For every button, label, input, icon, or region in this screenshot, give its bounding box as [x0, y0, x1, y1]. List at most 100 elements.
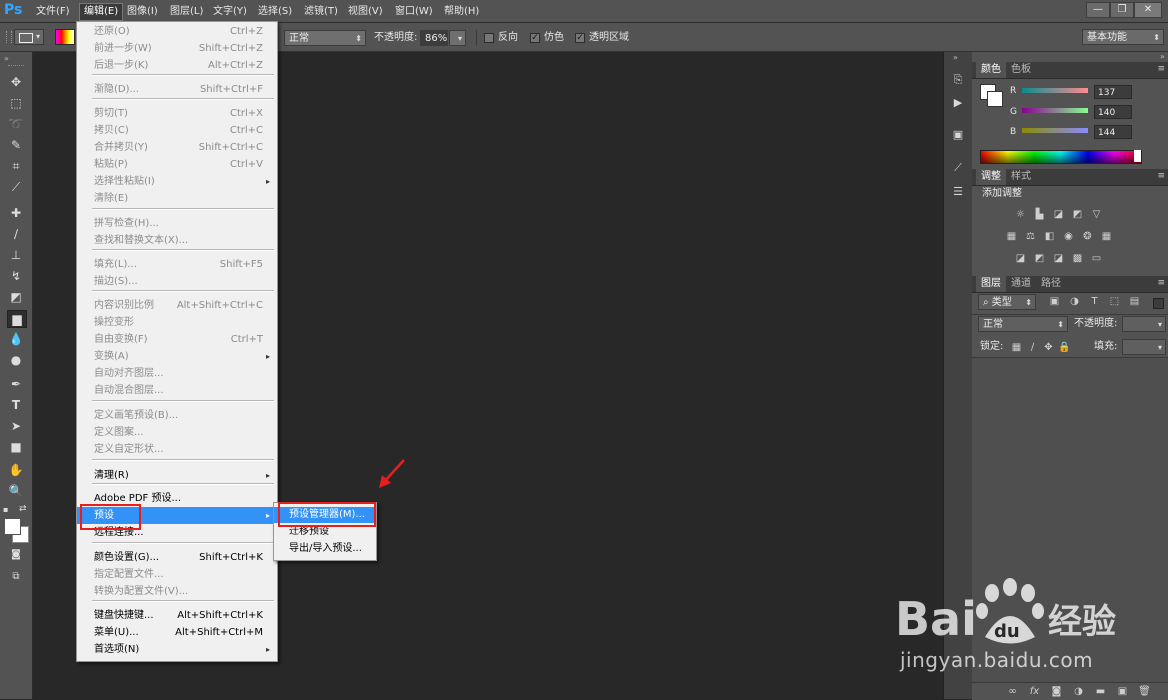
levels-icon[interactable]: ▙ — [1033, 209, 1046, 220]
healing-brush-tool-icon[interactable]: ✚ — [7, 205, 25, 221]
quick-mask-icon[interactable]: ◙ — [7, 547, 25, 563]
new-fill-layer-icon[interactable]: ◑ — [1072, 686, 1085, 697]
tab-swatches[interactable]: 色板 — [1006, 62, 1036, 78]
g-slider[interactable] — [1022, 108, 1088, 113]
lock-all-icon[interactable]: 🔒 — [1058, 342, 1071, 353]
lock-image-icon[interactable]: ∕ — [1026, 342, 1039, 353]
edit-menu-item[interactable]: 合并拷贝(Y) Shift+Ctrl+C — [77, 139, 277, 156]
edit-menu-item[interactable]: 描边(S)... — [77, 273, 277, 290]
threshold-icon[interactable]: ◪ — [1052, 253, 1065, 264]
edit-menu-item[interactable]: 内容识别比例 Alt+Shift+Ctrl+C — [77, 297, 277, 314]
menu-edit[interactable]: 编辑(E) — [79, 3, 124, 21]
path-selection-tool-icon[interactable]: ➤ — [7, 418, 25, 434]
menu-file[interactable]: 文件(F) — [32, 4, 74, 20]
vibrance-icon[interactable]: ▽ — [1090, 209, 1103, 220]
edit-menu-item[interactable]: 选择性粘贴(I) ▸ — [77, 173, 277, 190]
move-tool-icon[interactable]: ✥ — [7, 74, 25, 90]
clone-stamp-tool-icon[interactable]: ⊥ — [7, 247, 25, 263]
screen-mode-icon[interactable]: ⧉ — [7, 569, 25, 585]
opacity-input[interactable]: 86% — [420, 30, 448, 46]
edit-menu-item[interactable]: 转换为配置文件(V)... — [77, 583, 277, 600]
edit-menu-item[interactable]: 填充(L)... Shift+F5 — [77, 256, 277, 273]
fill-input[interactable]: ▾ — [1122, 339, 1166, 355]
restore-button[interactable]: ❐ — [1110, 2, 1134, 18]
menu-view[interactable]: 视图(V) — [344, 4, 387, 20]
edit-menu-item[interactable]: 变换(A) ▸ — [77, 348, 277, 365]
color-lookup-icon[interactable]: ▦ — [1100, 231, 1113, 242]
eyedropper-tool-icon[interactable]: ⟋ — [7, 179, 25, 195]
edit-menu-item[interactable]: 颜色设置(G)... Shift+Ctrl+K — [77, 549, 277, 566]
hue-saturation-icon[interactable]: ▦ — [1005, 231, 1018, 242]
pen-tool-icon[interactable]: ✒ — [7, 376, 25, 392]
edit-menu-item[interactable]: 还原(O) Ctrl+Z — [77, 23, 277, 40]
history-brush-tool-icon[interactable]: ↯ — [7, 268, 25, 284]
eraser-tool-icon[interactable]: ◩ — [7, 289, 25, 305]
mode-select[interactable]: 正常 ⬍ — [284, 30, 366, 46]
menu-layer[interactable]: 图层(L) — [166, 4, 207, 20]
edit-menu-item[interactable]: 定义自定形状... — [77, 441, 277, 458]
tab-adjustments[interactable]: 调整 — [976, 169, 1006, 185]
properties-icon[interactable]: ▣ — [949, 127, 967, 143]
edit-menu-item[interactable]: 自动混合图层... — [77, 382, 277, 399]
photo-filter-icon[interactable]: ◉ — [1062, 231, 1075, 242]
invert-icon[interactable]: ◪ — [1014, 253, 1027, 264]
collapse-icon[interactable]: » — [953, 53, 958, 62]
adjust-sliders-icon[interactable]: ☰ — [949, 184, 967, 200]
channel-mixer-icon[interactable]: ❂ — [1081, 231, 1094, 242]
quick-selection-tool-icon[interactable]: ✎ — [7, 137, 25, 153]
menu-select[interactable]: 选择(S) — [254, 4, 296, 20]
r-slider[interactable] — [1022, 88, 1088, 93]
edit-menu-item[interactable]: 粘贴(P) Ctrl+V — [77, 156, 277, 173]
close-window-button[interactable]: ✕ — [1134, 2, 1162, 18]
shape-filter-icon[interactable]: ⬚ — [1108, 296, 1121, 307]
b-slider[interactable] — [1022, 128, 1088, 133]
brush-presets-icon[interactable]: ⟋ — [949, 160, 967, 176]
lock-transparent-icon[interactable]: ▦ — [1010, 342, 1023, 353]
white-swatch[interactable] — [1134, 150, 1141, 162]
lasso-tool-icon[interactable]: ➰ — [7, 116, 25, 132]
color-spectrum-bar[interactable] — [980, 150, 1142, 164]
add-mask-icon[interactable]: ◙ — [1050, 686, 1063, 697]
tab-channels[interactable]: 通道 — [1006, 276, 1036, 292]
transparency-checkbox[interactable]: ✓ — [575, 33, 585, 43]
actions-play-icon[interactable]: ▶ — [949, 95, 967, 111]
edit-menu-item[interactable]: 拷贝(C) Ctrl+C — [77, 122, 277, 139]
blur-tool-icon[interactable]: 💧 — [7, 331, 25, 347]
menu-window[interactable]: 窗口(W) — [391, 4, 437, 20]
edit-menu-item[interactable]: 后退一步(K) Alt+Ctrl+Z — [77, 57, 277, 74]
panel-menu-icon[interactable]: ≡ — [1157, 64, 1165, 74]
edit-menu-item[interactable]: 查找和替换文本(X)... — [77, 232, 277, 249]
edit-menu-item[interactable]: 定义图案... — [77, 424, 277, 441]
layer-blend-select[interactable]: 正常 ⬍ — [978, 316, 1068, 332]
tool-preset-picker[interactable]: ▾ — [14, 29, 44, 45]
gradient-swatch[interactable] — [55, 29, 75, 45]
b-input[interactable]: 144 — [1094, 125, 1132, 139]
collapse-icon[interactable]: » — [4, 54, 9, 63]
hand-tool-icon[interactable]: ✋ — [7, 462, 25, 478]
edit-menu-item[interactable]: 操控变形 — [77, 314, 277, 331]
edit-menu-item[interactable]: 拼写检查(H)... — [77, 215, 277, 232]
reverse-checkbox[interactable] — [484, 33, 494, 43]
adjustment-filter-icon[interactable]: ◑ — [1068, 296, 1081, 307]
edit-menu-item[interactable]: 前进一步(W) Shift+Ctrl+Z — [77, 40, 277, 57]
edit-menu-item[interactable]: 清理(R) ▸ — [77, 467, 277, 484]
panel-menu-icon[interactable]: ≡ — [1157, 171, 1165, 181]
collapse-icon[interactable]: » — [1160, 52, 1165, 61]
edit-menu-item[interactable]: 清除(E) — [77, 190, 277, 207]
smart-object-filter-icon[interactable]: ▤ — [1128, 296, 1141, 307]
layer-filter-select[interactable]: ⌕ 类型 ⬍ — [978, 294, 1036, 310]
filter-toggle[interactable] — [1153, 298, 1164, 309]
tab-styles[interactable]: 样式 — [1006, 169, 1036, 185]
minimize-button[interactable]: — — [1086, 2, 1110, 18]
opacity-dropdown-button[interactable]: ▾ — [449, 30, 466, 46]
pixel-filter-icon[interactable]: ▣ — [1048, 296, 1061, 307]
tab-color[interactable]: 颜色 — [976, 62, 1006, 78]
layer-opacity-input[interactable]: ▾ — [1122, 316, 1166, 332]
menu-type[interactable]: 文字(Y) — [209, 4, 251, 20]
gradient-map-icon[interactable]: ▭ — [1090, 253, 1103, 264]
menu-filter[interactable]: 滤镜(T) — [300, 4, 342, 20]
dither-checkbox[interactable]: ✓ — [530, 33, 540, 43]
rectangle-tool-icon[interactable]: ■ — [7, 439, 25, 455]
gradient-tool-icon[interactable]: ▆ — [7, 310, 27, 328]
edit-menu-item[interactable]: 自由变换(F) Ctrl+T — [77, 331, 277, 348]
